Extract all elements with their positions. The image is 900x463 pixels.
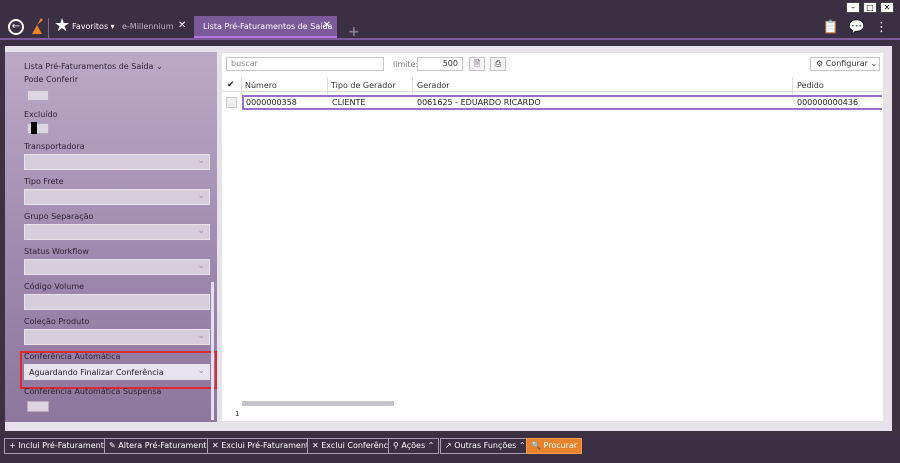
filter-label: Código Volume xyxy=(24,282,85,291)
maximize-button[interactable]: □ xyxy=(863,2,877,13)
status-workflow-select[interactable]: ⌄ xyxy=(24,259,210,275)
header-divider xyxy=(222,91,883,92)
minimize-button[interactable]: – xyxy=(846,2,860,13)
configurar-button[interactable]: ⚙ Configurar ⌄ xyxy=(810,57,880,71)
cell-gerador: 0061625 - EDUARDO RICARDO xyxy=(417,98,541,107)
filter-label: Tipo Frete xyxy=(24,177,64,186)
star-icon[interactable]: ★ xyxy=(54,15,70,36)
pode-conferir-toggle[interactable] xyxy=(27,90,49,101)
filter-label: Grupo Separação xyxy=(24,212,94,221)
chat-icon[interactable]: 💬 xyxy=(849,20,865,35)
close-icon[interactable]: ✕ xyxy=(323,20,331,31)
toggle-knob xyxy=(31,122,37,134)
exclui-conferencia-button[interactable]: ✕ Exclui Conferência xyxy=(307,438,401,454)
favorites-menu[interactable]: Favoritos ▾ xyxy=(72,22,115,31)
altera-pre-faturamento-button[interactable]: ✎ Altera Pré-Faturamento xyxy=(104,438,217,454)
filter-label: Pode Conferir xyxy=(24,75,79,84)
filters-panel: Lista Pré-Faturamentos de Saída ⌄ Pode C… xyxy=(5,52,217,422)
procurar-button[interactable]: 🔍 Procurar xyxy=(526,438,583,454)
window-controls: – □ ✕ xyxy=(846,2,894,13)
inclui-pre-faturamento-button[interactable]: + Inclui Pré-Faturamento xyxy=(4,438,114,454)
chevron-down-icon: ⌄ xyxy=(197,261,205,271)
tab-lista-pre-faturamentos[interactable]: Lista Pré-Faturamentos de Saída ✕ xyxy=(194,16,337,38)
close-window-button[interactable]: ✕ xyxy=(880,2,894,13)
tab-emillennium[interactable]: e-Millennium xyxy=(122,22,174,31)
acoes-button[interactable]: ⚲ Ações ⌃ xyxy=(388,438,440,454)
page-number[interactable]: 1 xyxy=(235,410,239,418)
back-icon[interactable]: ← xyxy=(8,19,24,35)
results-panel: buscar limite: 500 🗎 ⎙ ⚙ Configurar ⌄ ✔ … xyxy=(222,53,883,421)
cell-tipo-gerador: CLIENTE xyxy=(332,98,366,107)
exclui-pre-faturamento-button[interactable]: ✕ Exclui Pré-Faturamento xyxy=(207,438,319,454)
transportadora-select[interactable]: ⌄ xyxy=(24,154,210,170)
filter-label: Coleção Produto xyxy=(24,317,90,326)
cell-pedido: 000000000436 xyxy=(797,98,859,107)
cell-numero: 0000000358 xyxy=(246,98,297,107)
add-tab-icon[interactable]: + xyxy=(348,24,360,40)
column-header-gerador[interactable]: Gerador xyxy=(417,81,450,90)
conferencia-suspensa-toggle[interactable] xyxy=(27,401,49,412)
filter-label: Excluído xyxy=(24,110,58,119)
logo-icon xyxy=(32,18,43,34)
table-row[interactable]: 0000000358 CLIENTE 0061625 - EDUARDO RIC… xyxy=(242,95,882,110)
tab-label: Lista Pré-Faturamentos de Saída xyxy=(203,22,333,31)
chevron-down-icon: ⌄ xyxy=(197,156,205,166)
row-checkbox[interactable] xyxy=(226,97,237,108)
print-icon[interactable]: ⎙ xyxy=(490,57,506,71)
more-vertical-icon[interactable]: ⋮ xyxy=(875,20,888,35)
column-header-numero[interactable]: Número xyxy=(245,81,277,90)
filter-label: Conferência Automática Suspensa xyxy=(24,387,162,396)
top-right-icons: 📋 💬 ⋮ xyxy=(823,20,888,35)
limite-input[interactable]: 500 xyxy=(417,57,463,71)
chevron-down-icon: ⌄ xyxy=(197,226,205,236)
filter-label: Transportadora xyxy=(24,142,85,151)
filter-label: Status Workflow xyxy=(24,247,89,256)
column-header-pedido[interactable]: Pedido xyxy=(797,81,824,90)
clipboard-icon[interactable]: 📋 xyxy=(823,20,839,35)
codigo-volume-input[interactable] xyxy=(24,294,210,310)
scrollbar[interactable] xyxy=(211,282,214,420)
search-input[interactable]: buscar xyxy=(226,57,384,71)
grupo-separacao-select[interactable]: ⌄ xyxy=(24,224,210,240)
outras-funcoes-button[interactable]: ↗ Outras Funções ⌃ xyxy=(440,438,531,454)
export-icon[interactable]: 🗎 xyxy=(469,57,485,71)
filters-title[interactable]: Lista Pré-Faturamentos de Saída ⌄ xyxy=(24,62,163,71)
limite-label: limite: xyxy=(393,60,419,69)
close-icon[interactable]: ✕ xyxy=(178,20,186,31)
tipo-frete-select[interactable]: ⌄ xyxy=(24,189,210,205)
horizontal-scrollbar[interactable] xyxy=(242,401,394,406)
colecao-produto-select[interactable]: ⌄ xyxy=(24,329,210,345)
tab-underline xyxy=(0,38,900,40)
chevron-down-icon: ⌄ xyxy=(197,191,205,201)
chevron-down-icon: ⌄ xyxy=(197,331,205,341)
highlight-box xyxy=(20,351,217,389)
check-all-icon[interactable]: ✔ xyxy=(227,80,235,90)
column-header-tipo-gerador[interactable]: Tipo de Gerador xyxy=(331,81,396,90)
divider xyxy=(48,18,49,38)
